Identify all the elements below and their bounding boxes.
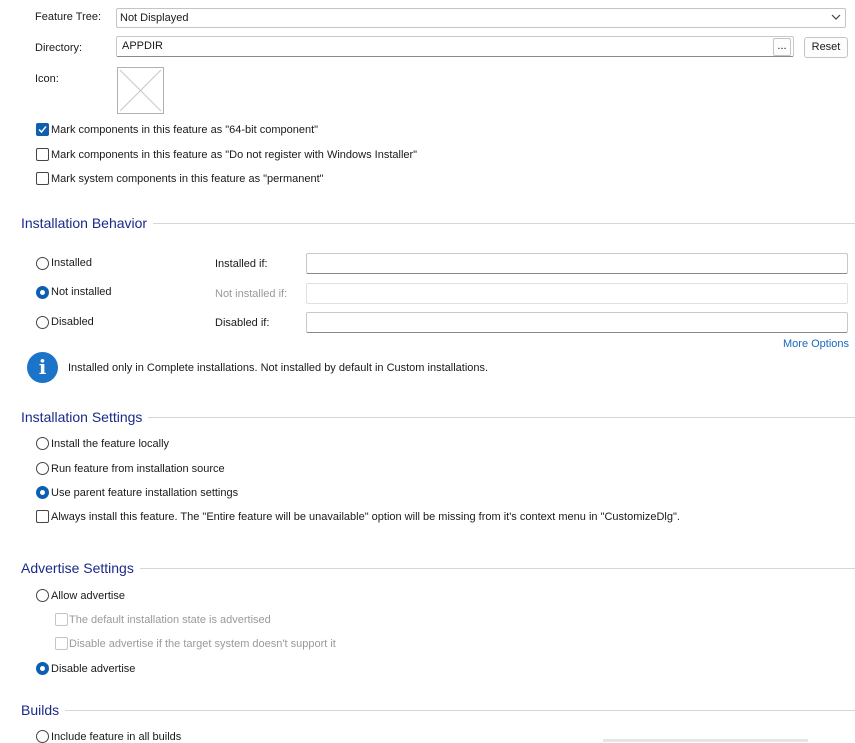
feature-tree-combobox[interactable]: Not Displayed (116, 8, 846, 28)
default-advertised-label: The default installation state is advert… (69, 614, 271, 626)
disable-unsupported-label: Disable advertise if the target system d… (69, 638, 336, 650)
browse-button[interactable]: ... (773, 38, 791, 56)
empty-image-icon (119, 69, 162, 112)
radio-installed-label: Installed (51, 257, 92, 269)
radio-disabled-label: Disabled (51, 316, 94, 328)
radio-use-parent-label: Use parent feature installation settings (51, 487, 239, 499)
feature-icon-picker[interactable] (117, 67, 164, 114)
not-installed-if-label: Not installed if: (215, 288, 288, 300)
radio-not-installed-label: Not installed (51, 286, 112, 298)
advertise-settings-title: Advertise Settings (21, 560, 140, 576)
option-no-register-checkbox[interactable] (36, 148, 49, 161)
radio-disabled[interactable] (36, 316, 49, 329)
radio-disable-advertise-label: Disable advertise (51, 663, 136, 675)
installed-if-label: Installed if: (215, 258, 268, 270)
option-64bit-label: Mark components in this feature as "64-b… (51, 124, 319, 136)
checkmark-icon (38, 126, 47, 134)
always-install-label: Always install this feature. The "Entire… (51, 511, 680, 523)
radio-install-locally-label: Install the feature locally (51, 438, 170, 450)
more-options-link[interactable]: More Options (783, 338, 849, 350)
radio-run-from-source-label: Run feature from installation source (51, 463, 225, 475)
radio-allow-advertise-label: Allow advertise (51, 590, 125, 602)
info-text: Installed only in Complete installations… (68, 362, 489, 374)
option-permanent-label: Mark system components in this feature a… (51, 173, 324, 185)
feature-tree-value: Not Displayed (120, 12, 189, 24)
disabled-if-label: Disabled if: (215, 317, 270, 329)
icon-label: Icon: (35, 73, 59, 85)
radio-disable-advertise[interactable] (36, 662, 49, 675)
radio-not-installed[interactable] (36, 286, 49, 299)
installation-settings-title: Installation Settings (21, 409, 149, 425)
option-64bit-checkbox[interactable] (36, 123, 49, 136)
installed-if-field[interactable] (306, 253, 848, 274)
radio-include-all-builds-label: Include feature in all builds (51, 731, 182, 743)
option-permanent-checkbox[interactable] (36, 172, 49, 185)
default-advertised-checkbox[interactable] (55, 613, 68, 626)
radio-allow-advertise[interactable] (36, 589, 49, 602)
radio-installed[interactable] (36, 257, 49, 270)
radio-install-locally[interactable] (36, 437, 49, 450)
option-no-register-label: Mark components in this feature as "Do n… (51, 149, 418, 161)
installation-behavior-title: Installation Behavior (21, 215, 154, 231)
feature-tree-label: Feature Tree: (35, 11, 102, 23)
reset-button[interactable]: Reset (804, 37, 848, 58)
radio-use-parent[interactable] (36, 486, 49, 499)
radio-include-all-builds[interactable] (36, 730, 49, 743)
section-divider (21, 568, 855, 569)
builds-title: Builds (21, 702, 66, 718)
chevron-down-icon (831, 14, 841, 20)
radio-run-from-source[interactable] (36, 462, 49, 475)
directory-label: Directory: (35, 42, 83, 54)
disabled-if-field[interactable] (306, 312, 848, 333)
directory-field[interactable]: APPDIR (116, 36, 794, 57)
info-icon: i (27, 352, 58, 383)
disable-unsupported-checkbox[interactable] (55, 637, 68, 650)
section-divider (21, 710, 855, 711)
always-install-checkbox[interactable] (36, 510, 49, 523)
directory-value: APPDIR (122, 40, 163, 52)
not-installed-if-field (306, 283, 848, 304)
